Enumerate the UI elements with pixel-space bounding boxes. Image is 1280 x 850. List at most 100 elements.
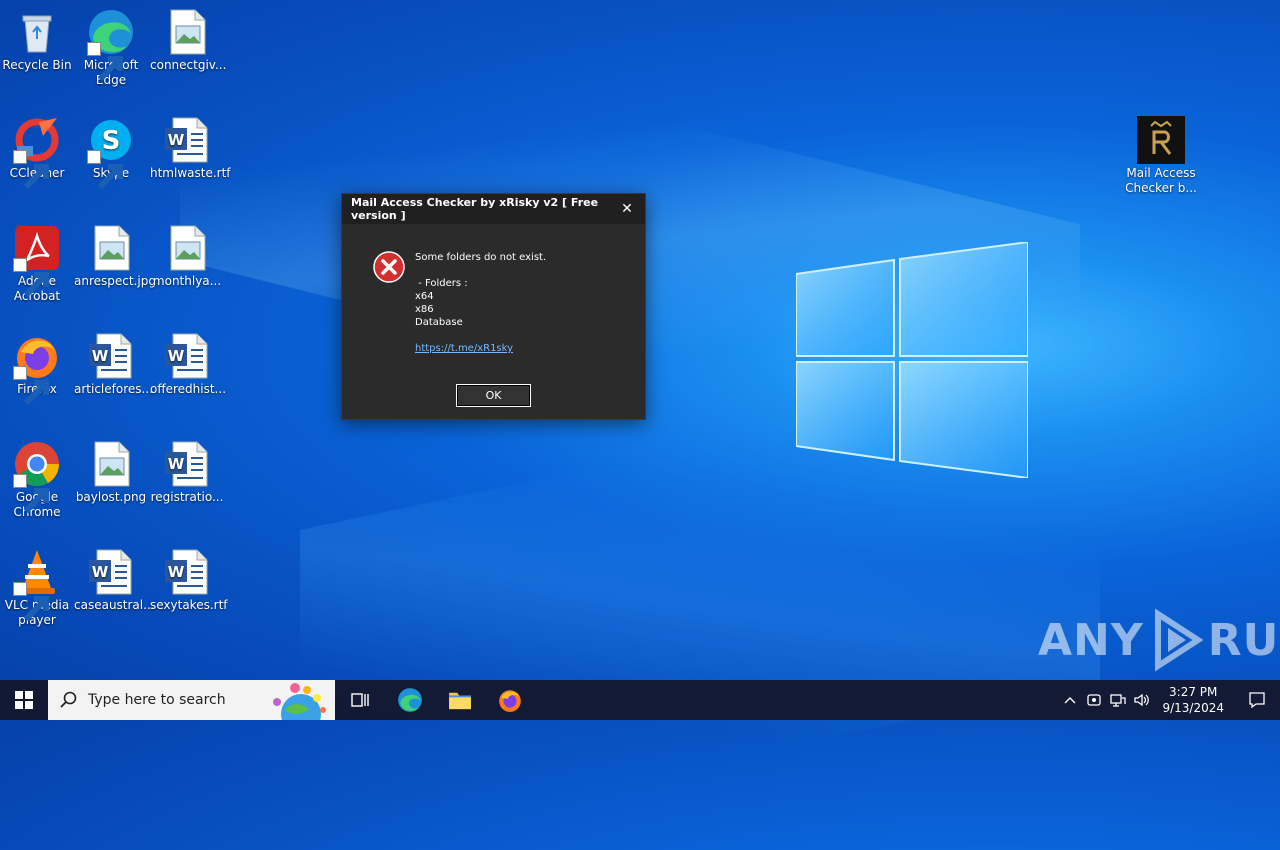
dialog-message: Some folders do not exist. - Folders : x… — [415, 251, 546, 355]
shortcut-arrow-icon — [87, 42, 123, 82]
svg-text:W: W — [92, 347, 109, 365]
desktop-icon-connectgiv[interactable]: connectgiv... — [150, 8, 227, 73]
anyrun-watermark: ANY RUN — [1038, 608, 1280, 672]
svg-text:W: W — [92, 563, 109, 581]
close-icon[interactable]: ✕ — [615, 197, 639, 221]
icon-label: anrespect.jpg — [74, 274, 156, 288]
icon-label: monthlya... — [152, 274, 222, 288]
network-button[interactable] — [1106, 680, 1130, 720]
recycle-bin-icon — [13, 8, 61, 56]
system-tray: 3:27 PM 9/13/2024 — [1058, 680, 1280, 720]
desktop-icon-offeredhist[interactable]: W offeredhist... — [150, 332, 227, 397]
word-document-icon: W — [163, 116, 211, 164]
icon-label: offeredhist... — [150, 382, 227, 396]
mail-access-checker-icon — [1137, 116, 1185, 164]
desktop-icon-caseaustral[interactable]: W caseaustral... — [74, 548, 155, 613]
ccleaner-icon — [13, 116, 61, 190]
image-file-icon — [87, 224, 135, 272]
desktop-icon-recycle-bin[interactable]: Recycle Bin — [0, 8, 74, 73]
shortcut-arrow-icon — [13, 366, 49, 406]
volume-button[interactable] — [1130, 680, 1154, 720]
network-icon — [1110, 694, 1127, 707]
search-icon — [60, 691, 77, 708]
speaker-icon — [1134, 693, 1150, 707]
notification-icon — [1249, 692, 1265, 709]
desktop-icon-anrespect[interactable]: anrespect.jpg — [74, 224, 156, 289]
error-dialog: Mail Access Checker by xRisky v2 [ Free … — [341, 193, 646, 420]
desktop-icon-htmlwaste[interactable]: W htmlwaste.rtf — [150, 116, 231, 181]
edge-icon — [87, 8, 135, 82]
desktop-icon-articlefores[interactable]: W articlefores... — [74, 332, 153, 397]
image-file-icon — [163, 8, 211, 56]
svg-text:W: W — [168, 131, 185, 149]
watermark-text-right: RUN — [1207, 614, 1280, 666]
taskbar-clock[interactable]: 3:27 PM 9/13/2024 — [1162, 684, 1224, 716]
message-line: x86 — [415, 304, 434, 315]
dialog-title: Mail Access Checker by xRisky v2 [ Free … — [351, 196, 599, 222]
clock-time: 3:27 PM — [1169, 685, 1218, 699]
shortcut-arrow-icon — [13, 582, 49, 622]
word-document-icon: W — [87, 332, 135, 380]
shortcut-arrow-icon — [13, 150, 49, 190]
taskbar-search-box[interactable]: Type here to search — [48, 680, 335, 720]
desktop-icon-adobe-acrobat[interactable]: Adobe Acrobat — [0, 224, 74, 304]
message-line: - Folders : — [415, 278, 468, 289]
ok-button[interactable]: OK — [456, 384, 531, 407]
desktop-icon-vlc[interactable]: VLC media player — [0, 548, 74, 628]
icon-label: connectgiv... — [150, 58, 227, 72]
windows-start-icon — [15, 691, 33, 709]
word-document-icon: W — [87, 548, 135, 596]
icon-label: Recycle Bin — [2, 58, 72, 72]
windows-logo-wallpaper — [795, 240, 1029, 480]
icon-label: articlefores... — [74, 382, 153, 396]
desktop-icon-microsoft-edge[interactable]: Microsoft Edge — [74, 8, 148, 88]
chrome-icon — [13, 440, 61, 514]
error-icon — [373, 251, 405, 283]
icon-label: sexytakes.rtf — [150, 598, 228, 612]
firefox-icon — [499, 690, 521, 712]
icon-label: Mail Access Checker b... — [1125, 166, 1197, 195]
svg-text:W: W — [168, 563, 185, 581]
desktop-icon-mail-access-checker[interactable]: Mail Access Checker b... — [1124, 116, 1198, 196]
shortcut-arrow-icon — [13, 474, 49, 514]
folder-icon — [449, 692, 471, 710]
desktop-icon-google-chrome[interactable]: Google Chrome — [0, 440, 74, 520]
search-highlight-illustration-icon — [273, 683, 326, 720]
desktop-icon-monthlya[interactable]: monthlya... — [150, 224, 224, 289]
search-placeholder: Type here to search — [88, 692, 226, 708]
start-button[interactable] — [0, 680, 48, 720]
desktop-icon-ccleaner[interactable]: CCleaner — [0, 116, 74, 190]
telegram-link[interactable]: https://t.me/xR1sky — [415, 342, 546, 355]
word-document-icon: W — [163, 548, 211, 596]
svg-text:W: W — [168, 347, 185, 365]
desktop-icon-skype[interactable]: S Skype — [74, 116, 148, 190]
desktop-icon-baylost[interactable]: baylost.png — [74, 440, 148, 505]
svg-text:W: W — [168, 455, 185, 473]
taskbar-firefox-button[interactable] — [485, 680, 535, 720]
clock-date: 9/13/2024 — [1162, 701, 1224, 715]
message-line: x64 — [415, 291, 434, 302]
icon-label: baylost.png — [75, 490, 147, 504]
icon-label: caseaustral... — [74, 598, 155, 612]
desktop-icon-registratio[interactable]: W registratio... — [150, 440, 224, 505]
action-center-button[interactable] — [1234, 680, 1280, 720]
edge-icon — [398, 688, 422, 712]
desktop-icon-sexytakes[interactable]: W sexytakes.rtf — [150, 548, 228, 613]
meet-now-button[interactable] — [1082, 680, 1106, 720]
desktop-icon-firefox[interactable]: Firefox — [0, 332, 74, 406]
dialog-titlebar[interactable]: Mail Access Checker by xRisky v2 [ Free … — [342, 194, 645, 224]
icon-label: htmlwaste.rtf — [150, 166, 231, 180]
meet-now-icon — [1087, 694, 1102, 706]
task-view-button[interactable] — [335, 680, 385, 720]
message-line: Some folders do not exist. — [415, 252, 547, 263]
watermark-text-left: ANY — [1038, 614, 1144, 666]
message-line: Database — [415, 317, 463, 328]
chevron-up-icon — [1064, 697, 1076, 704]
word-document-icon: W — [163, 332, 211, 380]
skype-icon: S — [87, 116, 135, 190]
taskbar-file-explorer-button[interactable] — [435, 680, 485, 720]
show-hidden-icons-button[interactable] — [1058, 680, 1082, 720]
message-line — [415, 329, 546, 342]
task-view-icon — [351, 693, 369, 707]
taskbar-edge-button[interactable] — [385, 680, 435, 720]
